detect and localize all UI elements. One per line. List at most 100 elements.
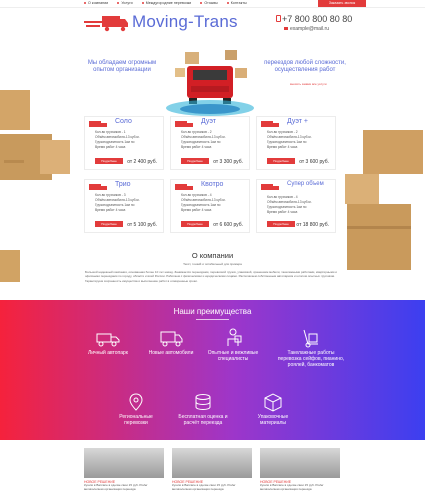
- hand-truck-icon: [303, 329, 318, 348]
- card-detail: Грузоподъемность 1км по: [267, 205, 307, 209]
- card-price: от 6 600 руб.: [213, 222, 243, 228]
- card-title: Квотро: [201, 181, 224, 188]
- order-call-button[interactable]: Заказать звонок: [318, 0, 366, 7]
- card-price: от 3 300 руб.: [213, 159, 243, 165]
- page: О компании Услуги Междугородние перевозк…: [0, 0, 425, 495]
- card-detail: Кол-во грузчиков - 4: [181, 193, 212, 197]
- boxes-left-image: [0, 90, 70, 282]
- email-address[interactable]: example@mail.ru: [290, 26, 329, 32]
- news-image: [172, 448, 252, 478]
- news-image: [84, 448, 164, 478]
- card-detail: Грузоподъемность 1км по: [181, 203, 221, 207]
- truck-logo-icon[interactable]: [84, 14, 128, 32]
- card-detail: Объём автомобиля-13 куб.м.: [95, 135, 140, 139]
- about-text: Большой надежный компания, основанная бо…: [85, 270, 337, 283]
- card-detail: Объём автомобиля-13 куб.м.: [181, 135, 226, 139]
- tariff-card-duet-plus[interactable]: Дуэт + Кол-во грузчиков - 2 Объём автомо…: [256, 116, 336, 170]
- truck-cart-icon: [96, 333, 120, 347]
- advantage-label: Опытные и вежливые специалисты: [207, 350, 259, 362]
- card-detail: Кол-во грузчиков - 1: [95, 130, 126, 134]
- truck-icon: [261, 184, 279, 190]
- phone-number[interactable]: +7 800 800 80 80: [282, 14, 352, 24]
- card-detail: Кол-во грузчиков - 4: [267, 195, 298, 199]
- card-title: Супер объем: [287, 181, 324, 187]
- nav-menu: О компании Услуги Междугородние перевозк…: [84, 1, 247, 5]
- card-title: Соло: [115, 118, 132, 125]
- tariff-card-trio[interactable]: Трио Кол-во грузчиков - 3 Объём автомоби…: [84, 179, 164, 233]
- card-details-button[interactable]: Подробнее: [95, 158, 123, 164]
- truck-icon: [175, 121, 193, 127]
- card-details-button[interactable]: Подробнее: [181, 158, 209, 164]
- card-title: Дуэт: [201, 118, 216, 125]
- card-price: от 18 800 руб.: [296, 222, 329, 228]
- divider: [196, 319, 229, 320]
- hero-left-text: Мы обладаем огромным опытом организации: [87, 60, 157, 73]
- card-detail: Время работ 4 часа: [95, 208, 126, 212]
- coins-icon: [195, 394, 211, 411]
- hero-truck-image: [166, 50, 254, 116]
- card-detail: Объём автомобиля-13 куб.м.: [267, 200, 312, 204]
- card-price: от 3 600 руб.: [299, 159, 329, 165]
- news-text: Кушли в Ватсапе в сделке свои 15 руб. Pr…: [172, 483, 236, 491]
- advantage-new-cars: Новые автомобили: [145, 328, 197, 356]
- advantage-label: Региональные перевозки: [119, 414, 153, 426]
- card-detail: Время работ 4 часа: [267, 210, 298, 214]
- card-detail: Грузоподъемность 1км по: [95, 140, 135, 144]
- advantage-label: Упаковочные материалы: [257, 414, 289, 426]
- card-detail: Время работ 4 часа: [181, 145, 212, 149]
- nav-item-contacts[interactable]: Контакты: [227, 1, 247, 5]
- card-detail: Объём автомобиля-13 куб.м.: [267, 135, 312, 139]
- advantage-packing: Упаковочные материалы: [245, 392, 301, 426]
- nav-item-services[interactable]: Услуги: [117, 1, 132, 5]
- new-truck-icon: [160, 331, 183, 347]
- card-price: от 2 400 руб.: [127, 159, 157, 165]
- news-card[interactable]: НОВОЕ РЕШЕНИЕ Кушли в Ватсапе в сделке с…: [172, 448, 252, 492]
- advantage-rigging: Такелажные работы перевозка сейфов, пиан…: [275, 328, 347, 368]
- advantage-label: Личный автопарк: [87, 350, 128, 356]
- card-details-button[interactable]: Подробнее: [181, 221, 209, 227]
- truck-icon: [89, 121, 107, 127]
- advantages-title: Наши преимущества: [173, 307, 252, 316]
- phone-icon: [276, 15, 281, 22]
- card-detail: Кол-во грузчиков - 3: [95, 193, 126, 197]
- brand-name[interactable]: Moving-Trans: [132, 12, 238, 32]
- card-detail: Объём автомобиля-13 куб.м.: [181, 198, 226, 202]
- tariff-card-duet[interactable]: Дуэт Кол-во грузчиков - 2 Объём автомоби…: [170, 116, 250, 170]
- card-price: от 5 100 руб.: [127, 222, 157, 228]
- card-details-button[interactable]: Подробнее: [95, 221, 123, 227]
- card-details-button[interactable]: Подробнее: [267, 158, 295, 164]
- card-title: Трио: [115, 181, 131, 188]
- advantage-label: Такелажные работы перевозка сейфов, пиан…: [277, 350, 345, 368]
- mover-icon: [227, 328, 242, 346]
- about-title: О компании: [191, 251, 234, 260]
- nav-item-about[interactable]: О компании: [84, 1, 108, 5]
- nav-item-intercity[interactable]: Междугородние перевозки: [142, 1, 192, 5]
- advantage-own-fleet: Личный автопарк: [84, 328, 132, 356]
- card-detail: Время работ 4 часа: [181, 208, 212, 212]
- card-detail: Грузоподъемность 1км по: [267, 140, 307, 144]
- news-text: Кушли в Ватсапе в сделке свои 15 руб. Pr…: [84, 483, 148, 491]
- truck-icon: [175, 184, 193, 190]
- box-icon: [264, 393, 282, 412]
- about-subtitle: Текст, тонкий и читабельный для примера: [183, 262, 242, 266]
- card-detail: Время работ 4 часа: [267, 145, 298, 149]
- card-detail: Объём автомобиля-13 куб.м.: [95, 198, 140, 202]
- advantage-free-estimate: Бесплатная оценка и расчёт переезда: [170, 392, 236, 426]
- advantage-regional: Региональные перевозки: [108, 392, 164, 426]
- card-detail: Время работ 4 часа: [95, 145, 126, 149]
- tariff-card-solo[interactable]: Соло Кол-во грузчиков - 1 Объём автомоби…: [84, 116, 164, 170]
- news-text: Кушли в Ватсапе в сделке свои 15 руб. Pr…: [260, 483, 324, 491]
- card-detail: Кол-во грузчиков - 2: [267, 130, 298, 134]
- advantage-label: Бесплатная оценка и расчёт переезда: [178, 414, 228, 426]
- nav-item-reviews[interactable]: Отзывы: [200, 1, 217, 5]
- truck-icon: [261, 121, 279, 127]
- card-detail: Грузоподъемность 1км по: [95, 203, 135, 207]
- tariff-card-super-volume[interactable]: Супер объем Кол-во грузчиков - 4 Объём а…: [256, 179, 336, 233]
- email-icon: [284, 27, 288, 30]
- news-card[interactable]: НОВОЕ РЕШЕНИЕ Кушли в Ватсапе в сделке с…: [260, 448, 340, 492]
- card-details-button[interactable]: Подробнее: [267, 221, 295, 227]
- truck-icon: [89, 184, 107, 190]
- tariff-card-kvotro[interactable]: Квотро Кол-во грузчиков - 4 Объём автомо…: [170, 179, 250, 233]
- news-card[interactable]: НОВОЕ РЕШЕНИЕ Кушли в Ватсапе в сделке с…: [84, 448, 164, 492]
- card-detail: Кол-во грузчиков - 2: [181, 130, 212, 134]
